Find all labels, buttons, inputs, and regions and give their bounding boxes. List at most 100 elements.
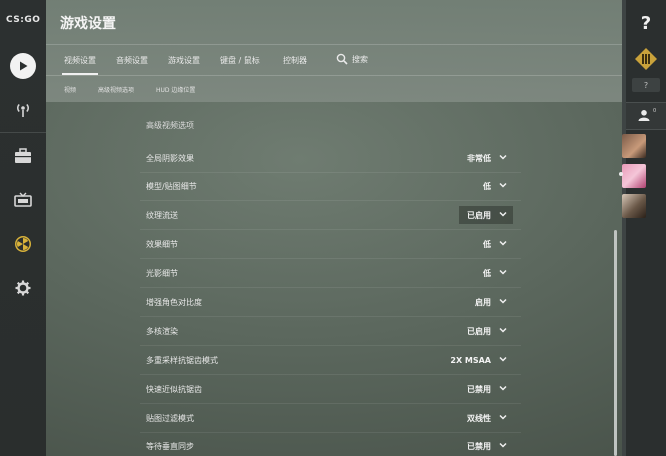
setting-value: 已启用 xyxy=(467,326,491,336)
setting-row: 多核渲染 已启用 xyxy=(140,317,521,346)
setting-value: 启用 xyxy=(475,297,491,307)
setting-value: 2X MSAA xyxy=(450,355,491,365)
setting-value: 低 xyxy=(483,268,491,278)
chevron-down-icon xyxy=(499,298,507,304)
search-icon xyxy=(336,53,348,65)
setting-dropdown[interactable]: 非常低 xyxy=(459,149,513,167)
setting-value: 已禁用 xyxy=(467,384,491,394)
setting-dropdown[interactable]: 低 xyxy=(475,264,513,282)
chevron-down-icon xyxy=(499,414,507,420)
friend-avatar[interactable] xyxy=(622,134,646,158)
tab-video[interactable]: 视频设置 xyxy=(62,55,98,75)
setting-label: 纹理流送 xyxy=(146,211,178,220)
subtab-advanced-video[interactable]: 高级视频选项 xyxy=(98,85,134,94)
settings-tabs: 视频设置 音频设置 游戏设置 键盘 / 鼠标 控制器 搜索 xyxy=(46,44,622,76)
chevron-down-icon xyxy=(499,154,507,160)
setting-row: 快速近似抗锯齿 已禁用 xyxy=(140,375,521,404)
setting-dropdown[interactable]: 2X MSAA xyxy=(442,351,513,369)
rank-badge-icon xyxy=(635,48,657,70)
briefcase-icon xyxy=(15,148,31,163)
online-dot xyxy=(619,172,623,176)
gear-icon xyxy=(15,280,31,296)
friends-header[interactable]: 0 xyxy=(626,102,666,130)
friend-avatar[interactable] xyxy=(622,164,646,188)
chevron-down-icon xyxy=(499,442,507,448)
setting-label: 多重采样抗锯齿模式 xyxy=(146,356,218,365)
setting-row: 光影细节 低 xyxy=(140,259,521,288)
page-title: 游戏设置 xyxy=(60,16,116,32)
chevron-down-icon xyxy=(499,269,507,275)
chevron-down-icon xyxy=(499,356,507,362)
setting-label: 贴图过滤模式 xyxy=(146,414,194,423)
section-title: 高级视频选项 xyxy=(146,121,194,130)
left-nav: CS:GO xyxy=(0,0,46,456)
profile-button[interactable] xyxy=(0,224,46,264)
setting-dropdown[interactable]: 双线性 xyxy=(459,409,513,427)
setting-row: 等待垂直同步 已禁用 xyxy=(140,432,521,456)
setting-label: 增强角色对比度 xyxy=(146,298,202,307)
setting-dropdown[interactable]: 低 xyxy=(475,235,513,253)
tv-icon xyxy=(14,192,32,207)
play-icon xyxy=(10,53,36,79)
small-help-button[interactable]: ? xyxy=(632,78,660,92)
chevron-down-icon xyxy=(499,182,507,188)
setting-dropdown[interactable]: 已启用 xyxy=(459,206,513,224)
setting-label: 多核渲染 xyxy=(146,327,178,336)
friend-avatar[interactable] xyxy=(622,194,646,218)
setting-row: 全局阴影效果 非常低 xyxy=(140,144,521,173)
setting-label: 效果细节 xyxy=(146,240,178,249)
chevron-down-icon xyxy=(499,211,507,217)
small-question-icon: ? xyxy=(643,80,649,90)
tab-keyboard-mouse[interactable]: 键盘 / 鼠标 xyxy=(220,55,260,66)
subtab-hud-edge[interactable]: HUD 边缘位置 xyxy=(156,85,195,94)
inventory-button[interactable] xyxy=(0,136,46,176)
play-button[interactable] xyxy=(0,46,46,86)
setting-value: 低 xyxy=(483,239,491,249)
search-label: 搜索 xyxy=(352,54,368,64)
chevron-down-icon xyxy=(499,240,507,246)
broadcast-button[interactable] xyxy=(0,90,46,130)
setting-row: 增强角色对比度 启用 xyxy=(140,288,521,317)
tab-controller[interactable]: 控制器 xyxy=(283,55,307,66)
chevron-down-icon xyxy=(499,327,507,333)
friends-count: 0 xyxy=(653,108,657,114)
setting-label: 模型/贴图细节 xyxy=(146,182,197,191)
setting-dropdown[interactable]: 已禁用 xyxy=(459,380,513,398)
setting-dropdown[interactable]: 已禁用 xyxy=(459,437,513,455)
search-button[interactable]: 搜索 xyxy=(336,51,368,67)
setting-row: 效果细节 低 xyxy=(140,230,521,259)
tab-audio[interactable]: 音频设置 xyxy=(116,55,148,66)
tab-game[interactable]: 游戏设置 xyxy=(168,55,200,66)
setting-row: 纹理流送 已启用 xyxy=(140,201,521,230)
subtab-video[interactable]: 视频 xyxy=(64,85,76,94)
content-scrollbar[interactable] xyxy=(614,230,617,456)
chevron-down-icon xyxy=(499,385,507,391)
setting-value: 已禁用 xyxy=(467,441,491,451)
setting-dropdown[interactable]: 已启用 xyxy=(459,322,513,340)
setting-value: 双线性 xyxy=(467,413,491,423)
watch-button[interactable] xyxy=(0,180,46,220)
help-button[interactable]: ? xyxy=(631,8,661,38)
nav-divider xyxy=(0,132,46,133)
setting-label: 光影细节 xyxy=(146,269,178,278)
setting-value: 非常低 xyxy=(467,153,491,163)
settings-button[interactable] xyxy=(0,268,46,308)
setting-dropdown[interactable]: 启用 xyxy=(467,293,513,311)
setting-row: 多重采样抗锯齿模式 2X MSAA xyxy=(140,346,521,375)
question-icon: ? xyxy=(640,12,652,34)
setting-row: 贴图过滤模式 双线性 xyxy=(140,404,521,433)
video-subtabs: 视频 高级视频选项 HUD 边缘位置 xyxy=(46,76,622,102)
setting-value: 已启用 xyxy=(467,210,491,220)
setting-label: 快速近似抗锯齿 xyxy=(146,385,202,394)
radiation-icon xyxy=(15,236,31,252)
csgo-logo: CS:GO xyxy=(6,15,41,25)
broadcast-icon xyxy=(17,103,29,117)
setting-label: 等待垂直同步 xyxy=(146,442,194,451)
setting-label: 全局阴影效果 xyxy=(146,154,194,163)
setting-value: 低 xyxy=(483,181,491,191)
setting-dropdown[interactable]: 低 xyxy=(475,177,513,195)
right-sidebar: ? ? 0 xyxy=(619,0,666,456)
user-icon xyxy=(638,110,650,121)
game-settings-screen: CS:GO 游戏设置 视频设置 音频设置 游戏设置 键盘 / 鼠标 控制器 搜索… xyxy=(0,0,666,456)
rank-button[interactable] xyxy=(631,44,661,74)
